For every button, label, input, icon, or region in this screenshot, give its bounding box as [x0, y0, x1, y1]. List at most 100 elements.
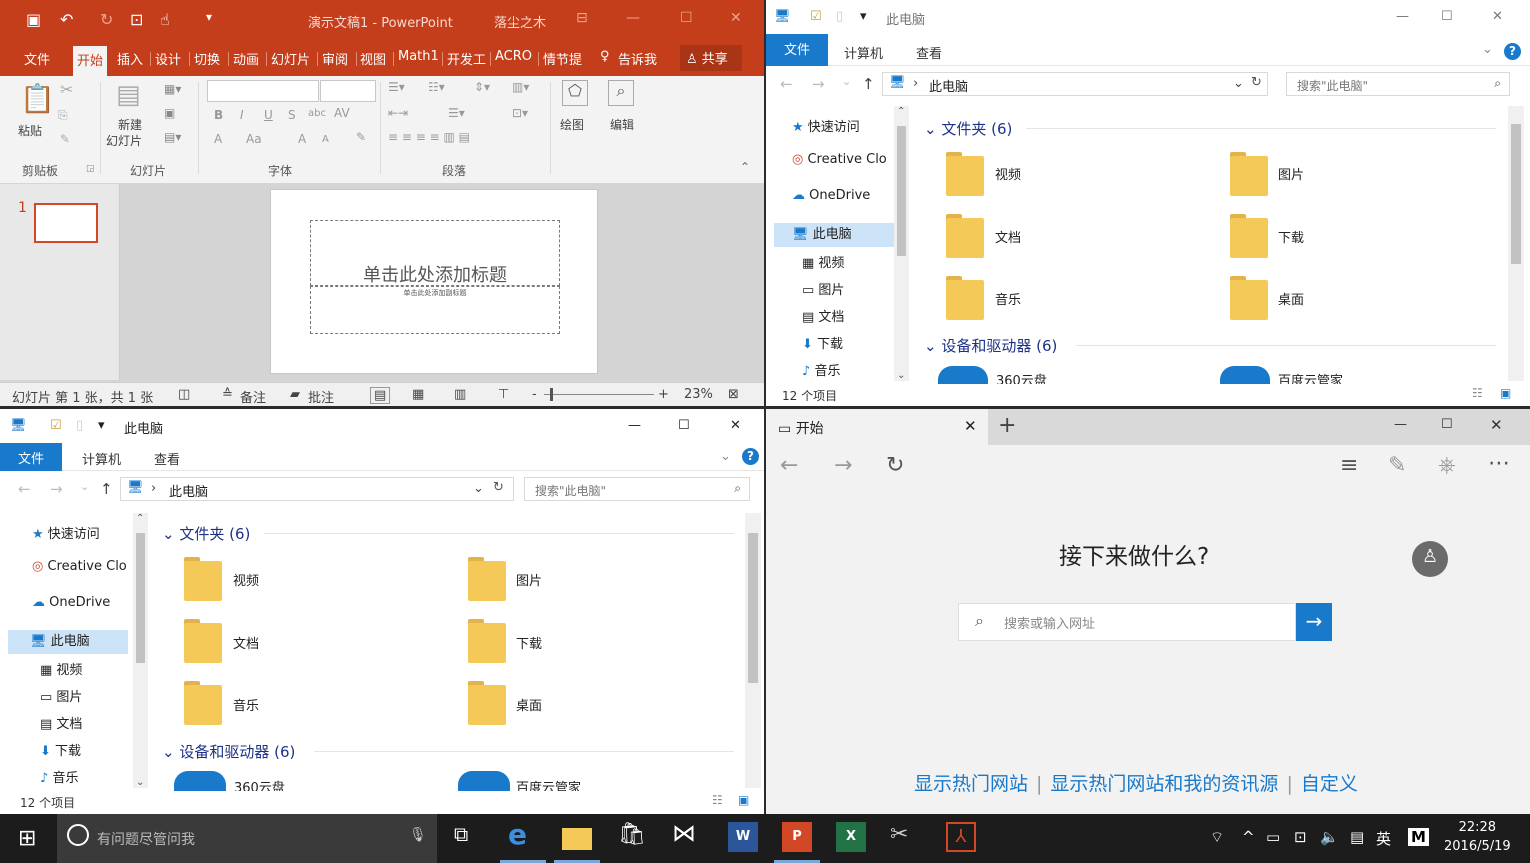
clear-formatting-icon[interactable]: ✎: [356, 130, 366, 144]
tab-animations[interactable]: 动画: [233, 49, 259, 68]
nav-documents[interactable]: ▤ 文档: [802, 306, 932, 330]
maximize-button[interactable]: ☐: [1441, 9, 1453, 24]
slide-sorter-icon[interactable]: ▦: [412, 387, 424, 402]
folder-icon[interactable]: [182, 555, 226, 603]
close-button[interactable]: ✕: [730, 418, 741, 433]
web-note-icon[interactable]: ✎: [1388, 453, 1406, 478]
minimize-button[interactable]: —: [1396, 9, 1409, 24]
edge-search-input[interactable]: ⌕ 搜索或输入网址: [958, 603, 1296, 641]
comment-icon[interactable]: ▰: [290, 387, 300, 402]
file-explorer-icon[interactable]: [562, 828, 592, 850]
close-button[interactable]: ✕: [730, 10, 742, 26]
qat-dropdown-icon[interactable]: ▾: [98, 418, 105, 433]
large-icons-view-icon[interactable]: ▣: [738, 793, 749, 807]
nav-pictures[interactable]: ▭ 图片: [802, 279, 932, 303]
go-button[interactable]: →: [1296, 603, 1332, 641]
folder-icon[interactable]: [466, 679, 510, 727]
folder-icon[interactable]: [944, 212, 988, 260]
folder-icon[interactable]: [1228, 150, 1272, 198]
line-spacing-icon[interactable]: ⇕▾: [474, 80, 490, 94]
folder-downloads-label[interactable]: 下载: [1278, 227, 1304, 246]
comments-button[interactable]: 批注: [308, 387, 334, 406]
content-scrollbar[interactable]: [1508, 106, 1524, 381]
properties-icon[interactable]: ☑: [810, 9, 822, 24]
folder-icon[interactable]: [466, 617, 510, 665]
fit-slide-icon[interactable]: ⊠: [728, 387, 739, 402]
new-slide-label-1[interactable]: 新建: [118, 116, 142, 133]
folder-pictures-label[interactable]: 图片: [516, 570, 542, 589]
change-case-icon[interactable]: Aa: [246, 132, 262, 146]
volume-icon[interactable]: 🔈: [1320, 828, 1339, 846]
customize-link[interactable]: 自定义: [1301, 773, 1358, 795]
acrobat-icon[interactable]: ⅄: [946, 822, 976, 852]
avatar[interactable]: ♙: [1412, 541, 1448, 577]
folder-icon[interactable]: [182, 679, 226, 727]
show-hidden-icons[interactable]: ^: [1242, 828, 1255, 846]
paste-icon[interactable]: 📋: [20, 82, 55, 115]
scroll-up-icon[interactable]: ⌃: [136, 513, 144, 524]
back-button[interactable]: ←: [18, 480, 31, 498]
minimize-button[interactable]: —: [1394, 417, 1407, 432]
cloud-drive-icon[interactable]: [174, 771, 226, 791]
show-top-sites-link[interactable]: 显示热门网站: [914, 773, 1028, 795]
edge-icon[interactable]: e: [508, 818, 538, 851]
reset-icon[interactable]: ▣: [164, 106, 175, 120]
bullets-icon[interactable]: ☰▾: [388, 80, 405, 94]
underline-icon[interactable]: U: [264, 108, 273, 122]
new-slide-label-2[interactable]: 幻灯片: [106, 132, 142, 149]
folder-icon[interactable]: [1228, 212, 1272, 260]
details-view-icon[interactable]: ☷: [1472, 386, 1483, 400]
more-icon[interactable]: ⋯: [1488, 451, 1510, 476]
scroll-thumb[interactable]: [748, 533, 758, 683]
tab-insert[interactable]: 插入: [117, 49, 143, 68]
italic-icon[interactable]: I: [240, 108, 244, 122]
tab-view[interactable]: 视图: [360, 49, 386, 68]
editing-label[interactable]: 编辑: [610, 116, 634, 133]
ppt-user-name[interactable]: 落尘之木: [494, 12, 546, 31]
refresh-icon[interactable]: ↻: [493, 480, 504, 495]
folder-downloads-label[interactable]: 下载: [516, 633, 542, 652]
normal-view-icon[interactable]: ▤: [370, 387, 391, 404]
details-view-icon[interactable]: ☷: [712, 793, 723, 807]
forward-button[interactable]: →: [834, 453, 852, 478]
nav-pictures[interactable]: ▭ 图片: [40, 686, 170, 710]
folder-music-label[interactable]: 音乐: [233, 695, 259, 714]
tab-file[interactable]: 文件: [24, 49, 50, 68]
notes-button[interactable]: 备注: [240, 387, 266, 406]
nav-music[interactable]: ♪ 音乐: [40, 767, 170, 791]
slide-thumbnail[interactable]: [34, 203, 98, 243]
format-painter-icon[interactable]: ✎: [60, 132, 70, 146]
folder-pictures-label[interactable]: 图片: [1278, 164, 1304, 183]
up-button[interactable]: ↑: [100, 480, 113, 498]
up-button[interactable]: ↑: [862, 75, 875, 93]
share-button[interactable]: ♙ 共享: [680, 45, 742, 71]
content-scrollbar[interactable]: [745, 513, 761, 788]
nav-music[interactable]: ♪ 音乐: [802, 360, 932, 384]
cortana-search-box[interactable]: 有问题尽管问我 🎙: [57, 814, 437, 863]
ime-language[interactable]: 英: [1376, 828, 1391, 849]
zoom-slider-thumb[interactable]: [550, 388, 553, 401]
touch-mode-icon[interactable]: ☝: [160, 10, 170, 29]
visual-studio-icon[interactable]: ⋈: [672, 819, 702, 849]
view-tab[interactable]: 查看: [916, 43, 942, 62]
powerpoint-icon[interactable]: P: [782, 822, 812, 852]
nav-scrollbar[interactable]: ⌃ ⌄: [894, 106, 909, 381]
nav-downloads[interactable]: ⬇ 下载: [40, 740, 170, 764]
zoom-out-button[interactable]: -: [532, 387, 537, 402]
indent-icon[interactable]: ⇤⇥: [388, 106, 408, 120]
tab-transitions[interactable]: 切换: [194, 49, 220, 68]
align-icons[interactable]: ≡ ≡ ≡ ≡ ▥ ▤: [388, 130, 470, 144]
paste-label[interactable]: 粘贴: [18, 122, 42, 139]
shadow-icon[interactable]: S: [288, 108, 296, 122]
undo-icon[interactable]: ↶: [60, 10, 73, 29]
slideshow-view-icon[interactable]: ⊤: [498, 387, 509, 402]
drawing-icon[interactable]: ⬠: [562, 80, 588, 106]
address-bar[interactable]: 🖥 › 此电脑 ⌄ ↻: [120, 477, 514, 501]
folder-icon[interactable]: [466, 555, 510, 603]
tab-storyboard[interactable]: 情节提: [543, 49, 582, 68]
minimize-button[interactable]: —: [626, 10, 640, 26]
forward-button[interactable]: →: [812, 75, 825, 93]
view-tab[interactable]: 查看: [154, 449, 180, 468]
notes-icon[interactable]: ≙: [222, 387, 233, 402]
task-view-icon[interactable]: ⧉: [454, 822, 484, 852]
